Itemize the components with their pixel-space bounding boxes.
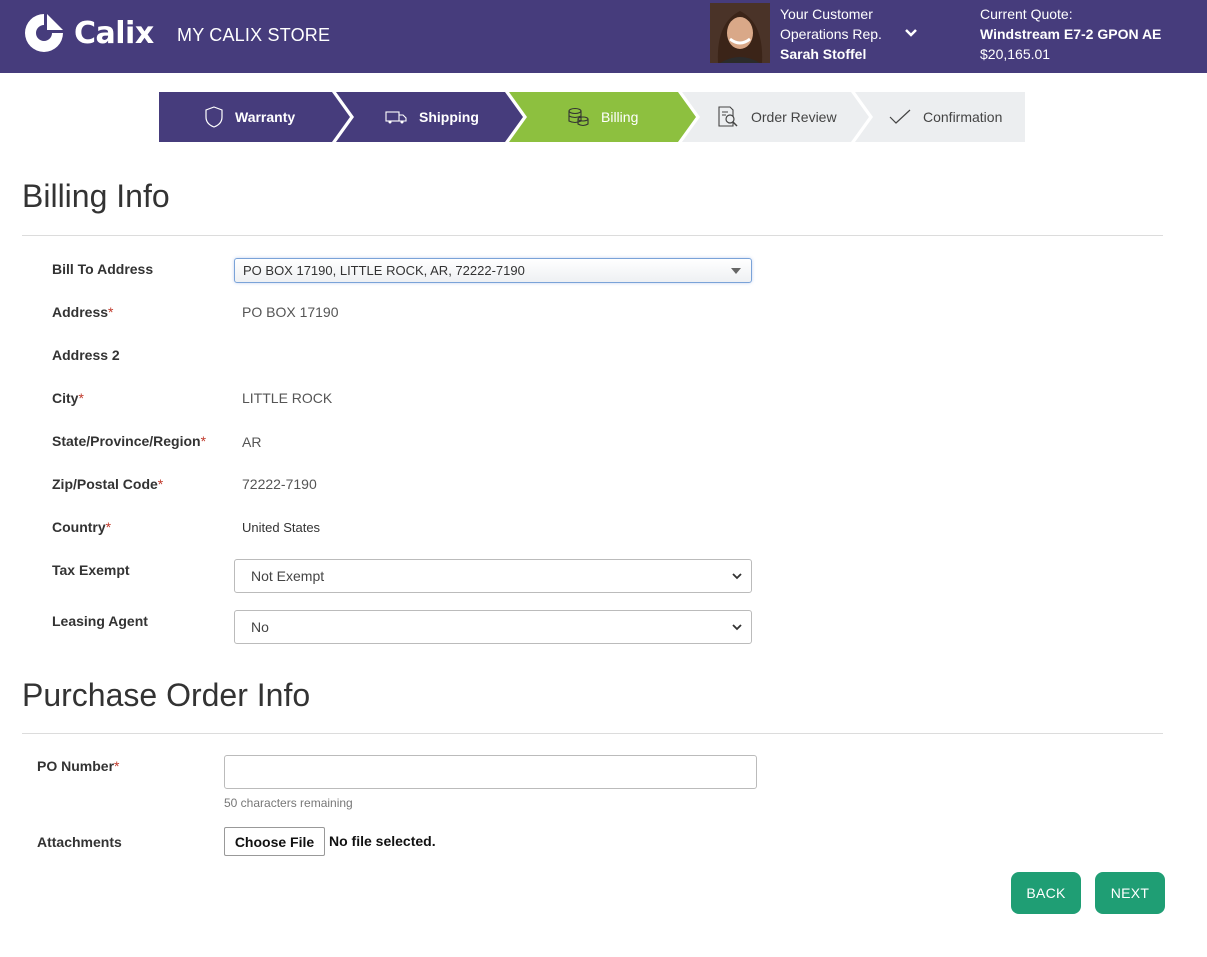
coins-icon [568, 107, 589, 127]
rep-name: Sarah Stoffel [780, 46, 867, 62]
address2-label: Address 2 [52, 347, 120, 363]
step-warranty[interactable]: Warranty [205, 92, 295, 142]
step-label-order-review: Order Review [751, 109, 837, 125]
step-label-warranty: Warranty [235, 109, 296, 125]
back-button[interactable]: BACK [1011, 872, 1081, 914]
leasing-agent-label: Leasing Agent [52, 613, 148, 629]
checkmark-icon [889, 109, 911, 124]
document-search-icon [718, 106, 738, 127]
po-characters-remaining: 50 characters remaining [224, 796, 353, 810]
current-quote[interactable]: Current Quote: Windstream E7-2 GPON AE $… [980, 4, 1161, 64]
next-button[interactable]: NEXT [1095, 872, 1165, 914]
calix-logo-icon [25, 14, 63, 52]
po-divider [22, 733, 1163, 734]
step-label-billing: Billing [601, 109, 639, 125]
zip-label: Zip/Postal Code* [52, 476, 164, 492]
checkout-stepper: Warranty Shipping Billing Order Review C… [159, 92, 1025, 142]
chevron-down-icon [732, 573, 742, 580]
country-label: Country* [52, 519, 112, 535]
customer-rep[interactable]: Your Customer Operations Rep. Sarah Stof… [780, 4, 882, 64]
avatar [710, 3, 770, 63]
po-number-input[interactable] [224, 755, 757, 789]
choose-file-button[interactable]: Choose File [224, 827, 325, 856]
file-status: No file selected. [329, 833, 436, 849]
truck-icon [385, 111, 407, 124]
attachments-label: Attachments [37, 834, 122, 850]
state-label: State/Province/Region* [52, 433, 207, 449]
zip-value: 72222-7190 [242, 476, 317, 492]
tax-exempt-label: Tax Exempt [52, 562, 130, 578]
bill-to-value: PO BOX 17190, LITTLE ROCK, AR, 72222-719… [243, 263, 525, 278]
po-title: Purchase Order Info [22, 677, 311, 713]
quote-amount: $20,165.01 [980, 46, 1051, 62]
address-value: PO BOX 17190 [242, 304, 339, 320]
quote-name: Windstream E7-2 GPON AE [980, 26, 1162, 42]
step-label-shipping: Shipping [419, 109, 479, 125]
shield-icon [205, 106, 223, 128]
calix-logo[interactable]: Calix [22, 11, 154, 55]
chevron-down-icon [732, 624, 742, 631]
top-header: Calix MY CALIX STORE Your Customer Opera… [0, 0, 1207, 73]
city-value: LITTLE ROCK [242, 390, 333, 406]
step-order-review[interactable]: Order Review [717, 92, 837, 142]
quote-label: Current Quote: [980, 6, 1073, 22]
leasing-agent-value: No [251, 619, 269, 635]
state-value: AR [242, 434, 262, 450]
country-value: United States [242, 520, 321, 535]
bill-to-label: Bill To Address [52, 261, 154, 277]
bill-to-select[interactable]: PO BOX 17190, LITTLE ROCK, AR, 72222-719… [234, 258, 752, 283]
leasing-agent-select[interactable]: No [234, 610, 752, 644]
step-billing[interactable]: Billing [567, 92, 638, 142]
billing-divider [22, 235, 1163, 236]
po-number-label: PO Number* [37, 758, 120, 774]
chevron-down-icon[interactable] [904, 26, 918, 40]
rep-line-1: Your Customer [780, 6, 873, 22]
caret-down-icon [731, 268, 741, 274]
billing-title: Billing Info [22, 178, 170, 214]
city-label: City* [52, 390, 84, 406]
tax-exempt-value: Not Exempt [251, 568, 325, 584]
store-title[interactable]: MY CALIX STORE [177, 25, 330, 46]
step-confirmation[interactable]: Confirmation [889, 92, 1002, 142]
step-label-confirmation: Confirmation [923, 109, 1003, 125]
step-shipping[interactable]: Shipping [385, 92, 479, 142]
rep-line-2: Operations Rep. [780, 26, 882, 42]
address-label: Address* [52, 304, 114, 320]
tax-exempt-select[interactable]: Not Exempt [234, 559, 752, 593]
brand-name: Calix [74, 15, 154, 51]
